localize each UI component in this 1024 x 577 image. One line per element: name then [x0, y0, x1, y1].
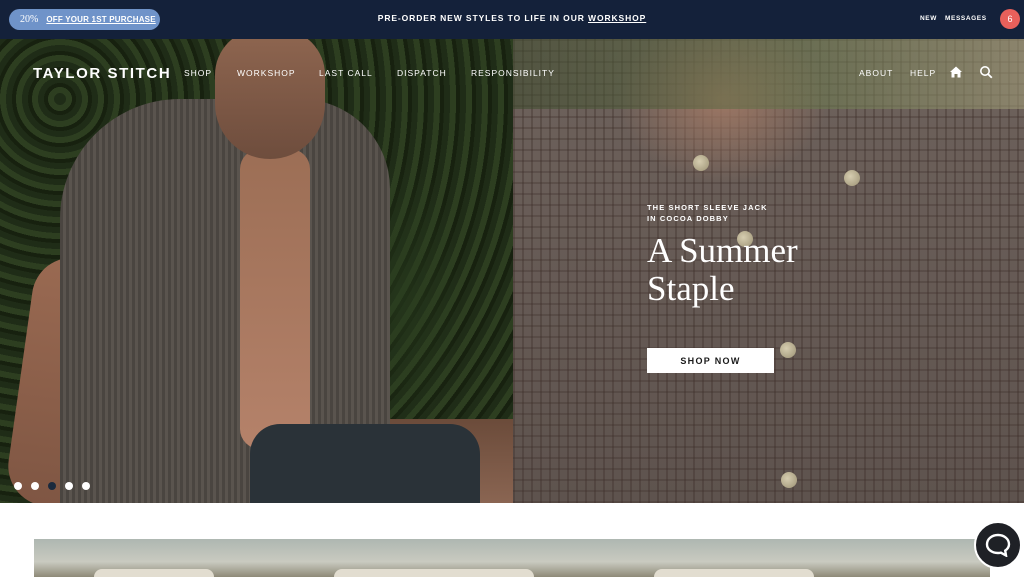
model-chest [240, 149, 310, 449]
messages-new-label[interactable]: NEW [920, 15, 937, 22]
model-head [215, 39, 325, 159]
model-pants [250, 424, 480, 503]
announcement-message: PRE-ORDER NEW STYLES TO LIFE IN OUR WORK… [0, 13, 1024, 23]
shop-now-button[interactable]: SHOP NOW [647, 348, 774, 373]
announcement-bar: 20% OFF YOUR 1ST PURCHASE PRE-ORDER NEW … [0, 0, 1024, 39]
search-icon[interactable] [979, 65, 995, 81]
hero-eyebrow-line1: THE SHORT SLEEVE JACK [647, 203, 768, 212]
carousel-dots [14, 482, 90, 490]
nav-responsibility[interactable]: RESPONSIBILITY [471, 68, 555, 78]
carousel-dot[interactable] [82, 482, 90, 490]
hero-headline-line1: A Summer [647, 231, 798, 270]
hero-headline-line2: Staple [647, 269, 735, 308]
nav-shop[interactable]: SHOP [184, 68, 212, 78]
brand-logo[interactable]: TAYLOR STITCH [33, 65, 171, 82]
messages-label[interactable]: MESSAGES [945, 15, 987, 22]
shirt-button [844, 170, 860, 186]
hero-banner[interactable] [0, 39, 1024, 503]
nav-last-call[interactable]: LAST CALL [319, 68, 373, 78]
hero-image-left [0, 39, 513, 503]
shirt-button [693, 155, 709, 171]
secondary-banner-image[interactable] [34, 539, 990, 577]
shirt-button [780, 342, 796, 358]
carousel-dot[interactable] [31, 482, 39, 490]
nav-about[interactable]: ABOUT [859, 68, 893, 78]
cloud-shape [94, 569, 214, 577]
cloud-shape [654, 569, 814, 577]
home-icon[interactable] [949, 65, 965, 81]
workshop-link[interactable]: WORKSHOP [588, 13, 646, 23]
nav-dispatch[interactable]: DISPATCH [397, 68, 447, 78]
hero-eyebrow-line2: IN COCOA DOBBY [647, 214, 729, 223]
nav-workshop[interactable]: WORKSHOP [237, 68, 296, 78]
chat-bubble-icon[interactable] [974, 521, 1022, 569]
shirt-button [781, 472, 797, 488]
announcement-text: PRE-ORDER NEW STYLES TO LIFE IN OUR [377, 13, 589, 23]
nav-help[interactable]: HELP [910, 68, 936, 78]
carousel-dot[interactable] [48, 482, 56, 490]
hero-eyebrow: THE SHORT SLEEVE JACK IN COCOA DOBBY [647, 202, 768, 224]
foliage-background [513, 39, 1024, 109]
carousel-dot[interactable] [14, 482, 22, 490]
carousel-dot[interactable] [65, 482, 73, 490]
cloud-shape [334, 569, 534, 577]
messages-count-badge[interactable]: 6 [1000, 9, 1020, 29]
hero-headline: A Summer Staple [647, 232, 798, 308]
